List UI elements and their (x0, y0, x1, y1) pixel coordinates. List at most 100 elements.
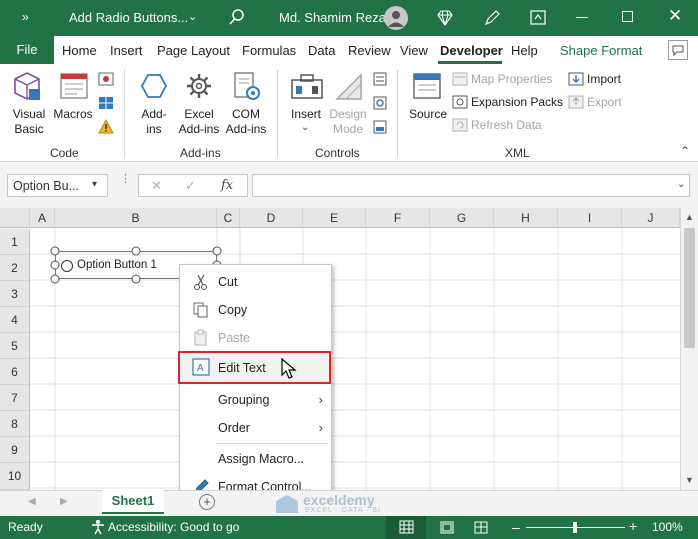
column-header-g[interactable]: G (430, 208, 494, 228)
page-layout-view-icon[interactable] (440, 521, 454, 534)
ribbon-options-icon[interactable] (530, 10, 546, 25)
page-break-view-icon[interactable] (474, 521, 488, 534)
visual-basic-label[interactable]: Visual Basic (10, 107, 48, 137)
next-sheet-icon[interactable]: ▶ (60, 496, 68, 507)
accessibility-icon[interactable] (90, 519, 106, 535)
menu-item-copy[interactable]: Copy (180, 297, 331, 323)
name-box[interactable]: Option Bu... ▾ (7, 174, 108, 197)
column-header-j[interactable]: J (622, 208, 680, 228)
column-header-h[interactable]: H (494, 208, 558, 228)
tab-help[interactable]: Help (511, 43, 538, 58)
view-code-icon[interactable] (373, 96, 387, 110)
expansion-packs-label[interactable]: Expansion Packs (471, 95, 563, 110)
row-header-5[interactable]: 5 (0, 333, 30, 359)
com-addins-label[interactable]: COM Add-ins (222, 107, 270, 137)
macros-icon[interactable] (59, 72, 89, 102)
zoom-slider-thumb[interactable] (573, 522, 577, 533)
ribbon-display-icon[interactable]: » (22, 10, 29, 24)
insert-function-button[interactable]: fx (221, 178, 233, 193)
row-header-7[interactable]: 7 (0, 385, 30, 411)
comments-icon[interactable] (668, 40, 688, 60)
menu-item-assign-macro[interactable]: Assign Macro... (180, 446, 331, 472)
menu-item-edit-text[interactable]: A Edit Text (178, 351, 331, 384)
column-header-a[interactable]: A (30, 208, 55, 228)
new-sheet-button[interactable]: + (199, 494, 215, 510)
source-icon[interactable] (412, 72, 442, 102)
record-macro-icon[interactable] (98, 72, 114, 86)
zoom-level[interactable]: 100% (652, 520, 683, 534)
tab-review[interactable]: Review (348, 43, 391, 58)
expand-formula-icon[interactable]: ⌄ (677, 179, 685, 190)
cancel-icon[interactable]: ✕ (151, 178, 162, 194)
run-dialog-icon[interactable] (373, 120, 387, 134)
column-header-f[interactable]: F (366, 208, 430, 228)
row-header-2[interactable]: 2 (0, 255, 30, 281)
macros-label[interactable]: Macros (52, 107, 94, 122)
minimize-icon[interactable] (576, 17, 588, 18)
tab-developer[interactable]: Developer (440, 43, 503, 58)
name-box-dropdown-icon[interactable]: ▾ (92, 179, 97, 190)
vertical-scrollbar[interactable]: ▲ ▼ (680, 208, 698, 490)
row-header-4[interactable]: 4 (0, 307, 30, 333)
column-header-e[interactable]: E (303, 208, 366, 228)
com-addins-icon[interactable] (232, 71, 262, 103)
column-header-c[interactable]: C (217, 208, 240, 228)
row-header-9[interactable]: 9 (0, 437, 30, 463)
insert-dropdown-icon[interactable]: ⌄ (301, 122, 309, 133)
menu-item-grouping[interactable]: Grouping › (180, 387, 331, 413)
radio-circle-icon[interactable] (61, 260, 73, 272)
collapse-ribbon-icon[interactable]: ⌃ (680, 144, 690, 158)
addins-label[interactable]: Add-ins (134, 107, 174, 137)
select-all-corner[interactable] (0, 208, 30, 228)
zoom-out-button[interactable]: – (512, 519, 520, 535)
column-header-d[interactable]: D (240, 208, 303, 228)
search-icon[interactable] (229, 8, 245, 26)
excel-addins-gear-icon[interactable] (184, 71, 214, 101)
insert-controls-icon[interactable] (290, 72, 324, 102)
addins-icon[interactable] (140, 72, 168, 100)
close-icon[interactable]: ✕ (668, 6, 682, 26)
tab-home[interactable]: Home (62, 43, 97, 58)
macro-security-icon[interactable] (98, 119, 114, 134)
tab-shape-format[interactable]: Shape Format (560, 43, 642, 58)
diamond-icon[interactable] (436, 9, 454, 27)
menu-item-cut[interactable]: Cut (180, 269, 331, 295)
tab-page-layout[interactable]: Page Layout (157, 43, 230, 58)
title-dropdown-icon[interactable]: ⌄ (188, 10, 197, 23)
source-label[interactable]: Source (406, 107, 450, 122)
menu-item-order[interactable]: Order › (180, 415, 331, 441)
row-header-10[interactable]: 10 (0, 463, 30, 490)
scroll-up-icon[interactable]: ▲ (685, 212, 694, 222)
accessibility-status[interactable]: Accessibility: Good to go (108, 520, 239, 534)
expansion-packs-icon[interactable] (452, 95, 468, 109)
row-header-6[interactable]: 6 (0, 359, 30, 385)
sheet-tab-sheet1[interactable]: Sheet1 (102, 490, 164, 514)
relative-references-icon[interactable] (98, 96, 114, 110)
tab-data[interactable]: Data (308, 43, 335, 58)
scroll-thumb[interactable] (684, 228, 695, 348)
maximize-icon[interactable] (622, 11, 633, 22)
formula-input[interactable]: ⌄ (252, 174, 690, 197)
scroll-down-icon[interactable]: ▼ (685, 475, 694, 485)
insert-controls-label[interactable]: Insert (288, 107, 324, 122)
tab-insert[interactable]: Insert (110, 43, 143, 58)
pen-icon[interactable] (483, 9, 501, 27)
row-header-3[interactable]: 3 (0, 281, 30, 307)
avatar[interactable] (384, 6, 408, 30)
normal-view-icon[interactable] (386, 516, 426, 539)
tab-file[interactable]: File (0, 36, 54, 64)
import-label[interactable]: Import (587, 72, 621, 87)
properties-icon[interactable] (373, 72, 387, 86)
tab-view[interactable]: View (400, 43, 428, 58)
prev-sheet-icon[interactable]: ◀ (28, 496, 36, 507)
excel-addins-label[interactable]: Excel Add-ins (176, 107, 222, 137)
column-header-i[interactable]: I (558, 208, 622, 228)
column-header-b[interactable]: B (55, 208, 217, 228)
zoom-in-button[interactable]: + (629, 518, 637, 534)
import-icon[interactable] (568, 72, 584, 86)
visual-basic-icon[interactable] (12, 71, 42, 103)
row-header-8[interactable]: 8 (0, 411, 30, 437)
row-header-1[interactable]: 1 (0, 229, 30, 255)
enter-icon[interactable]: ✓ (185, 178, 196, 194)
tab-formulas[interactable]: Formulas (242, 43, 296, 58)
